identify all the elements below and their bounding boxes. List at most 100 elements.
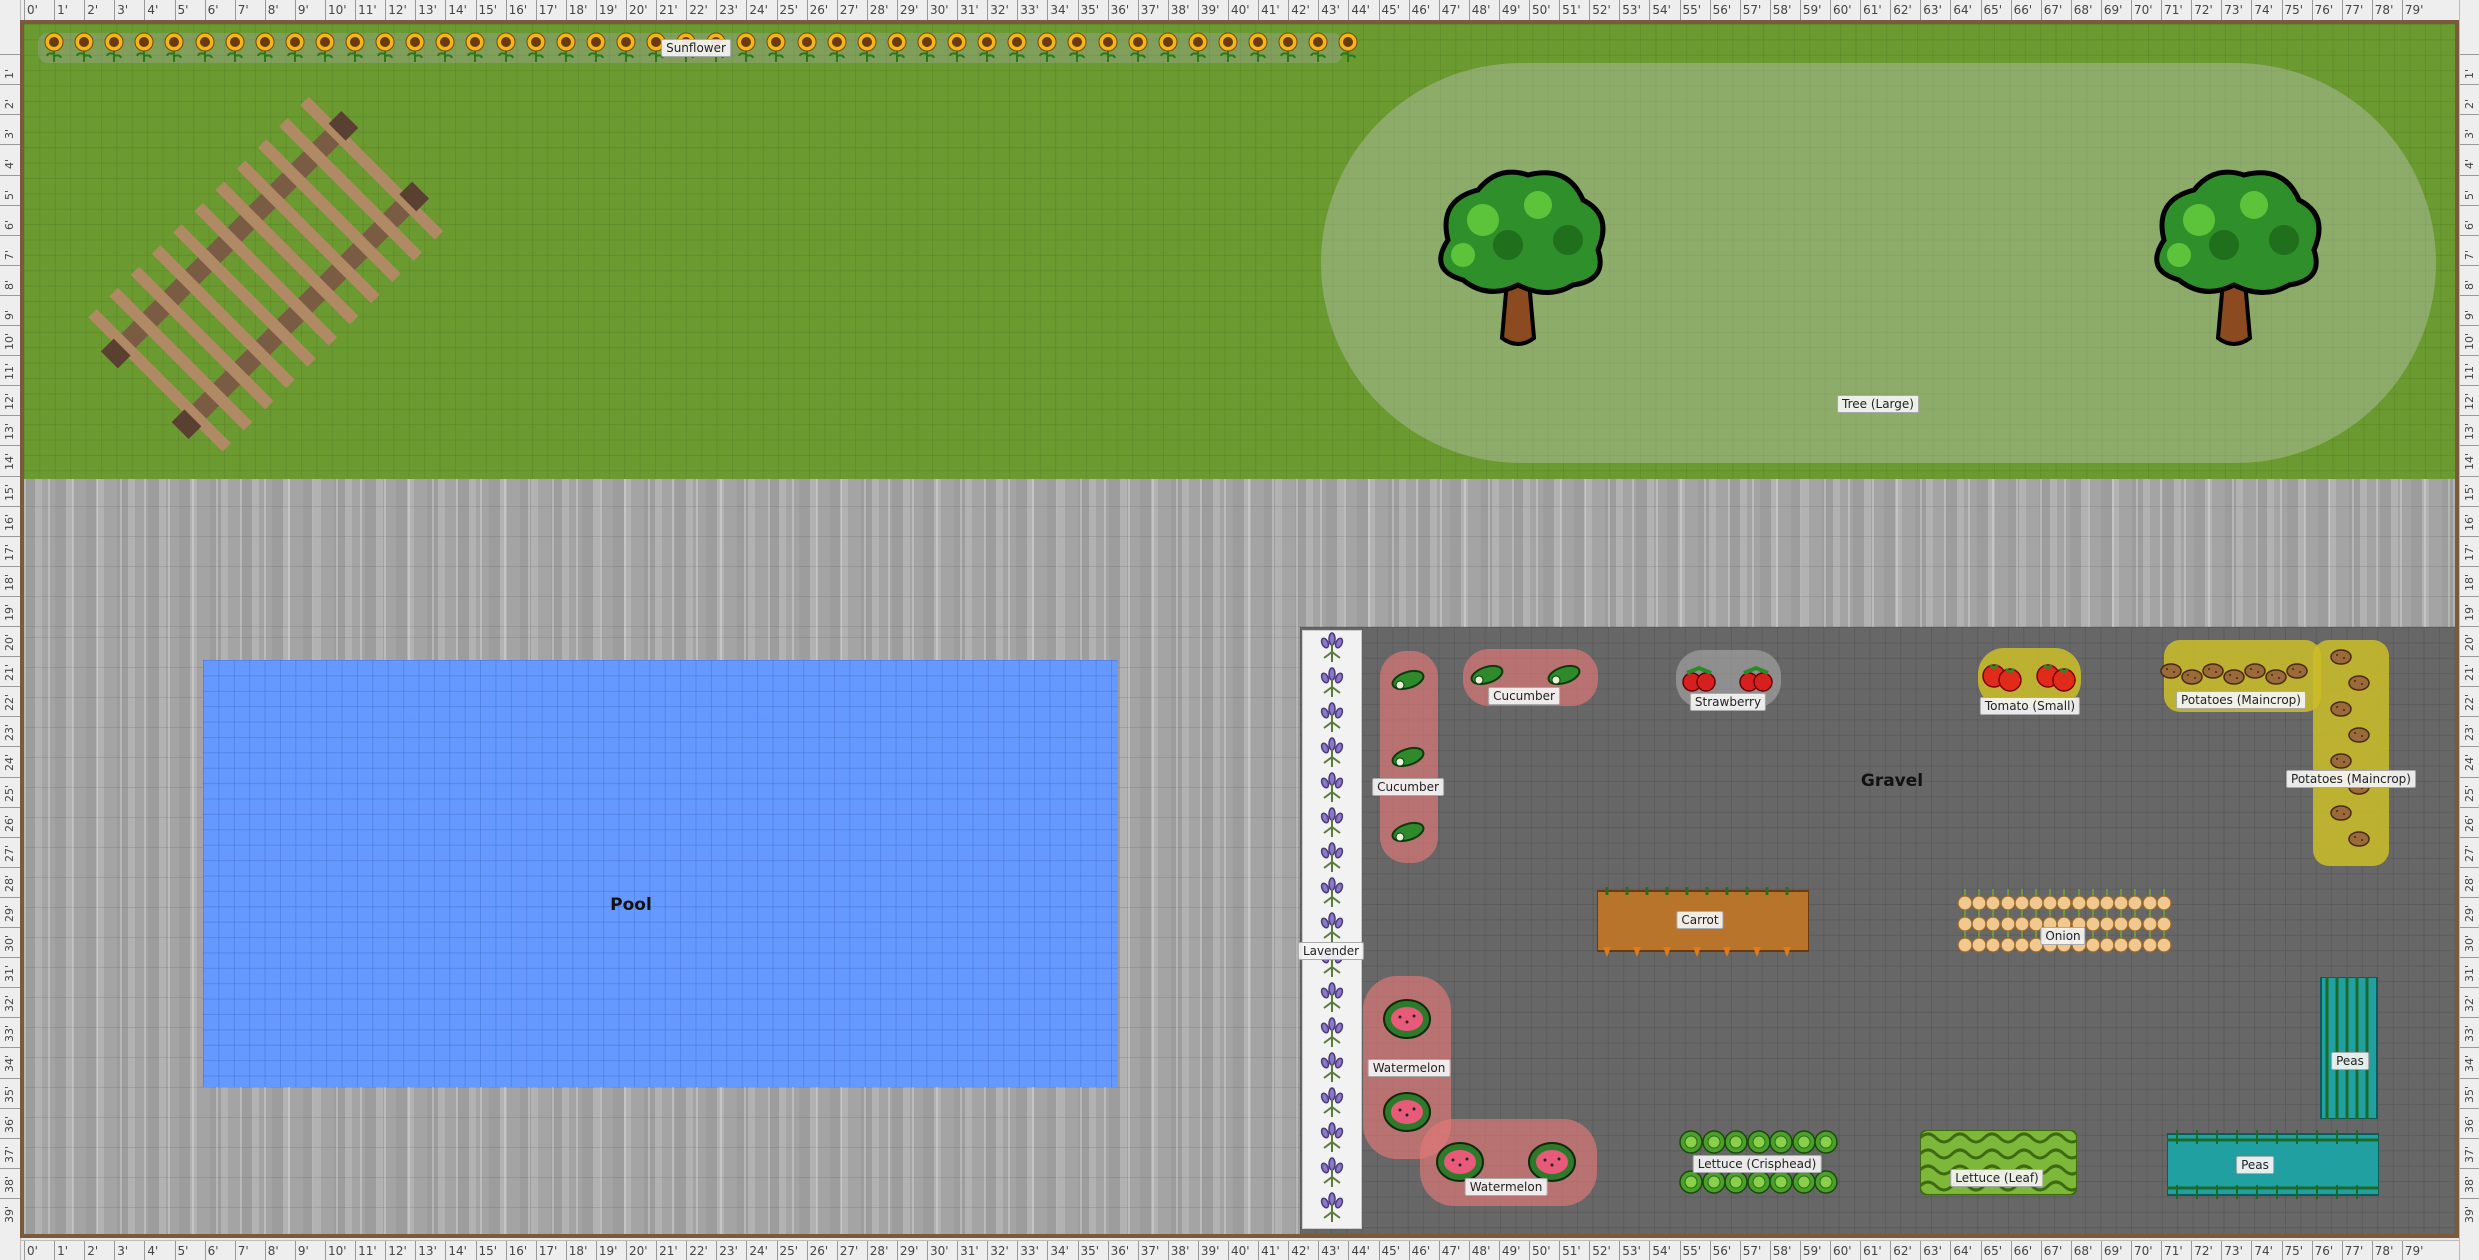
potato-icon (2330, 804, 2352, 822)
ruler-left: 1' 2' 3' 4' 5' 6' 7' 8' 9' 10' 11' 12' 13' 14' 15' 16' 1… (0, 0, 21, 1260)
ruler-tick-label: 11' (2463, 363, 2476, 381)
ruler-tick: 19' (595, 0, 617, 20)
ruler-tick-label: 30' (3, 934, 16, 952)
ruler-tick-label: 24' (2463, 754, 2476, 772)
ruler-tick-label: 31' (3, 965, 16, 983)
ruler-tick: 5' (2460, 174, 2479, 206)
ruler-tick: 63' (1920, 1241, 1942, 1260)
lettuce-icon (1679, 1130, 1703, 1154)
ruler-tick: 68' (2070, 0, 2092, 20)
ruler-tick-label: 19' (2463, 603, 2476, 621)
sunflower-icon (1336, 32, 1360, 62)
ruler-tick: 55' (1679, 1241, 1701, 1260)
paving-area-top[interactable] (24, 479, 2455, 627)
ruler-tick-label: 5' (3, 189, 16, 200)
ruler-tick: 3' (0, 114, 20, 145)
pool-area[interactable] (203, 660, 1118, 1087)
sunflower-icon (1246, 32, 1270, 62)
ruler-tick: 28' (866, 1241, 888, 1260)
wooden-pergola-icon[interactable] (55, 65, 475, 485)
ruler-tick: 9' (294, 0, 309, 20)
ruler-tick-label: 2' (3, 99, 16, 110)
ruler-tick: 37' (1137, 0, 1159, 20)
ruler-tick: 14' (445, 0, 467, 20)
ruler-tick: 35' (1077, 0, 1099, 20)
ruler-tick: 42' (1288, 0, 1310, 20)
garden-planner-canvas[interactable]: 0' 1' 2' 3' 4' 5' 6' 7' 8' 9' 10' 11' 12' 13' 14' 15' 16… (0, 0, 2479, 1260)
ruler-tick: 72' (2191, 0, 2213, 20)
ruler-tick: 44' (1348, 0, 1370, 20)
ruler-tick: 45' (1378, 1241, 1400, 1260)
lavender-icon (1318, 982, 1346, 1014)
ruler-tick-label: 9' (2463, 309, 2476, 320)
tree-icon[interactable] (2134, 160, 2334, 360)
ruler-tick: 24' (746, 0, 768, 20)
ruler-tick-label: 15' (3, 483, 16, 501)
lavender-icon (1318, 842, 1346, 874)
ruler-tick-label: 14' (3, 453, 16, 471)
lavender-icon (1318, 807, 1346, 839)
ruler-tick: 21' (656, 1241, 678, 1260)
tree-icon[interactable] (1418, 160, 1618, 360)
lavender-icon (1318, 1122, 1346, 1154)
ruler-tick: 22' (0, 686, 20, 717)
ruler-tick: 31' (0, 957, 20, 988)
ruler-tick: 58' (1769, 0, 1791, 20)
ruler-tick: 10' (0, 325, 20, 356)
ruler-tick: 51' (1559, 0, 1581, 20)
sunflower-icon (313, 32, 337, 62)
ruler-tick-label: 10' (2463, 332, 2476, 350)
ruler-tick: 3' (2460, 114, 2479, 145)
ruler-tick: 18' (565, 0, 587, 20)
ruler-tick-label: 8' (3, 279, 16, 290)
cucumber-icon (1468, 662, 1506, 688)
ruler-tick: 25' (776, 0, 798, 20)
sunflower-icon (915, 32, 939, 62)
potato-icon (2348, 830, 2370, 848)
ruler-tick: 41' (1258, 1241, 1280, 1260)
peas-bed-vertical[interactable] (2319, 977, 2379, 1119)
sunflower-icon (102, 32, 126, 62)
lettuce-icon (1679, 1170, 1703, 1194)
ruler-tick-label: 26' (2463, 814, 2476, 832)
ruler-tick: 1' (2460, 54, 2479, 85)
ruler-tick: 75' (2281, 0, 2303, 20)
ruler-tick: 18' (2460, 565, 2479, 597)
ruler-tick-label: 18' (3, 573, 16, 591)
ruler-tick-label: 36' (3, 1115, 16, 1133)
ruler-tick-label: 34' (3, 1055, 16, 1073)
ruler-tick: 67' (2040, 0, 2062, 20)
ruler-tick: 53' (1619, 0, 1641, 20)
ruler-tick: 70' (2131, 0, 2153, 20)
ruler-tick: 10' (325, 0, 347, 20)
ruler-tick: 56' (1709, 0, 1731, 20)
watermelon-label: Watermelon (1464, 1178, 1548, 1196)
ruler-tick: 5' (174, 1241, 188, 1260)
ruler-tick: 54' (1649, 0, 1671, 20)
ruler-tick: 11' (2460, 355, 2479, 386)
ruler-tick: 69' (2100, 1241, 2122, 1260)
ruler-tick: 64' (1950, 1241, 1972, 1260)
ruler-tick: 61' (1860, 1241, 1882, 1260)
ruler-tick-label: 24' (3, 754, 16, 772)
strawberry-icon (1738, 664, 1774, 696)
potato-icon (2223, 668, 2245, 686)
ruler-tick: 78' (2371, 0, 2393, 20)
ruler-tick: 16' (505, 1241, 527, 1260)
ruler-tick: 73' (2221, 1241, 2243, 1260)
ruler-tick-label: 32' (3, 995, 16, 1013)
ruler-tick-label: 25' (2463, 784, 2476, 802)
lavender-icon (1318, 1017, 1346, 1049)
ruler-tick-label: 36' (2463, 1115, 2476, 1133)
ruler-tick: 61' (1860, 0, 1882, 20)
ruler-tick: 10' (325, 1241, 347, 1260)
ruler-tick: 23' (0, 716, 20, 747)
ruler-tick: 1' (54, 0, 68, 20)
ruler-tick: 71' (2161, 1241, 2183, 1260)
ruler-tick-label: 25' (3, 784, 16, 802)
ruler-tick: 30' (927, 0, 949, 20)
ruler-tick: 34' (0, 1047, 20, 1078)
lettuce-icon (1769, 1130, 1793, 1154)
ruler-tick: 7' (2460, 234, 2479, 266)
ruler-tick: 71' (2161, 0, 2183, 20)
